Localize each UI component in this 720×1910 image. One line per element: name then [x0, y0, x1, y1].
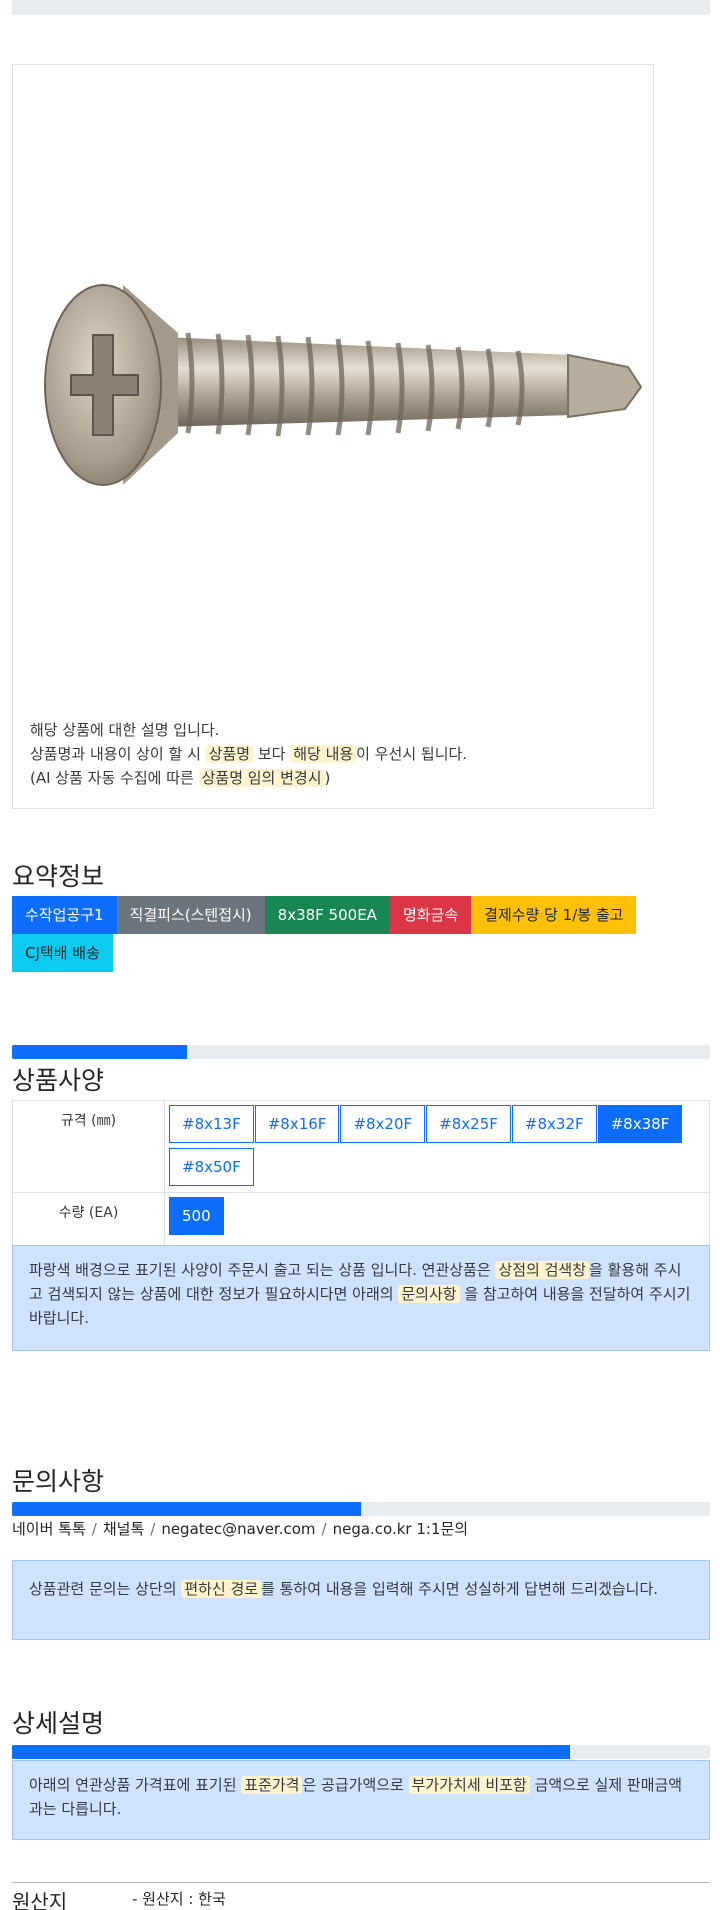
- summary-badges: 수작업공구1 직결피스(스텐접시) 8x38F 500EA 명화금속 결제수량 당 1/…: [12, 896, 712, 972]
- notice-text: 아래의 연관상품 가격표에 표기된: [29, 1776, 242, 1794]
- product-image: [44, 284, 643, 486]
- inquiry-links: 네이버 톡톡 / 채널톡 / negatec@naver.com / nega.co.kr …: [12, 1518, 468, 1539]
- size-label: 규격 (㎜): [13, 1101, 165, 1192]
- summary-badge: 직결피스(스텐접시): [116, 896, 265, 934]
- detail-progress-bar: [12, 1745, 710, 1759]
- inquiry-link[interactable]: 네이버 톡톡: [12, 1520, 86, 1538]
- desc-text: 보다: [253, 745, 291, 763]
- spec-row-qty: 수량 (EA) 500: [13, 1193, 709, 1245]
- summary-title: 요약정보: [12, 862, 105, 891]
- spec-progress-fill: [12, 1045, 187, 1059]
- link-separator: /: [150, 1520, 156, 1538]
- size-option[interactable]: #8x20F: [340, 1105, 426, 1143]
- notice-text: 를 통하여 내용을 입력해 주시면 성실하게 답변해 드리겠습니다.: [261, 1580, 659, 1598]
- inquiry-progress-bar: [12, 1502, 710, 1516]
- size-option[interactable]: #8x16F: [254, 1105, 340, 1143]
- origin-divider: [12, 1882, 710, 1883]
- summary-badge: 결제수량 당 1/봉 출고: [471, 896, 637, 934]
- desc-line-2: 상품명과 내용이 상이 할 시 상품명 보다 해당 내용 이 우선시 됩니다.: [30, 742, 467, 766]
- spec-table: 규격 (㎜) #8x13F #8x16F #8x20F #8x25F #8x32F #8x…: [12, 1100, 710, 1246]
- desc-text: 상품명과 내용이 상이 할 시: [30, 745, 206, 763]
- desc-highlight: 해당 내용: [290, 745, 357, 763]
- notice-text: 은 공급가액으로: [302, 1776, 409, 1794]
- desc-highlight: 상품명: [205, 745, 254, 763]
- product-card: 해당 상품에 대한 설명 입니다. 상품명과 내용이 상이 할 시 상품명 보다…: [12, 64, 654, 809]
- size-options: #8x13F #8x16F #8x20F #8x25F #8x32F #8x38F #8x5…: [165, 1101, 709, 1192]
- detail-notice: 아래의 연관상품 가격표에 표기된 표준가격 은 공급가액으로 부가가치세 비포함…: [12, 1760, 710, 1840]
- origin-value: - 원산지 : 한국: [132, 1890, 226, 1908]
- origin-title: 원산지: [12, 1890, 68, 1910]
- inquiry-link[interactable]: negatec@naver.com: [161, 1520, 315, 1538]
- desc-line-1: 해당 상품에 대한 설명 입니다.: [30, 721, 220, 739]
- notice-highlight: 표준가격: [241, 1776, 303, 1794]
- product-description: 해당 상품에 대한 설명 입니다. 상품명과 내용이 상이 할 시 상품명 보다…: [30, 718, 467, 790]
- inquiry-link[interactable]: nega.co.kr 1:1문의: [333, 1520, 469, 1538]
- top-progress-bar: [12, 0, 710, 15]
- summary-badge: 8x38F 500EA: [264, 896, 390, 934]
- size-option[interactable]: #8x13F: [169, 1105, 254, 1143]
- notice-highlight: 편하신 경로: [181, 1580, 262, 1598]
- spec-row-size: 규격 (㎜) #8x13F #8x16F #8x20F #8x25F #8x32F #8x…: [13, 1101, 709, 1193]
- qty-label: 수량 (EA): [13, 1193, 165, 1245]
- inquiry-link[interactable]: 채널톡: [103, 1520, 144, 1538]
- spec-title: 상품사양: [12, 1066, 105, 1095]
- size-option[interactable]: #8x32F: [511, 1105, 597, 1143]
- desc-line-3: (AI 상품 자동 수집에 따른 상품명 임의 변경시): [30, 766, 467, 790]
- detail-title: 상세설명: [12, 1709, 105, 1738]
- inquiry-progress-fill: [12, 1502, 361, 1516]
- desc-highlight: 상품명 임의 변경시: [198, 769, 325, 787]
- notice-highlight: 상점의 검색창: [495, 1261, 590, 1279]
- inquiry-notice: 상품관련 문의는 상단의 편하신 경로 를 통하여 내용을 입력해 주시면 성실하…: [12, 1560, 710, 1640]
- inquiry-title: 문의사항: [12, 1467, 105, 1496]
- detail-progress-fill: [12, 1745, 571, 1759]
- spec-notice: 파랑색 배경으로 표기된 사양이 주문시 출고 되는 상품 입니다. 연관상품은…: [12, 1245, 710, 1351]
- notice-text: 상품관련 문의는 상단의: [29, 1580, 182, 1598]
- notice-highlight: 문의사항: [398, 1285, 460, 1303]
- qty-option[interactable]: 500: [169, 1197, 224, 1235]
- summary-badge: CJ택배 배송: [12, 934, 113, 972]
- size-option[interactable]: #8x25F: [426, 1105, 511, 1143]
- size-option[interactable]: #8x38F: [597, 1105, 683, 1143]
- desc-text: (AI 상품 자동 수집에 따른: [30, 769, 199, 787]
- desc-text: ): [324, 769, 331, 787]
- notice-text: 파랑색 배경으로 표기된 사양이 주문시 출고 되는 상품 입니다. 연관상품은: [29, 1261, 496, 1279]
- desc-text: 이 우선시 됩니다.: [356, 745, 468, 763]
- spec-progress-bar: [12, 1045, 710, 1059]
- notice-highlight: 부가가치세 비포함: [408, 1776, 530, 1794]
- summary-badge: 명화금속: [389, 896, 472, 934]
- summary-badge: 수작업공구1: [12, 896, 117, 934]
- size-option[interactable]: #8x50F: [169, 1148, 254, 1186]
- link-separator: /: [321, 1520, 327, 1538]
- qty-options: 500: [165, 1193, 709, 1245]
- link-separator: /: [91, 1520, 97, 1538]
